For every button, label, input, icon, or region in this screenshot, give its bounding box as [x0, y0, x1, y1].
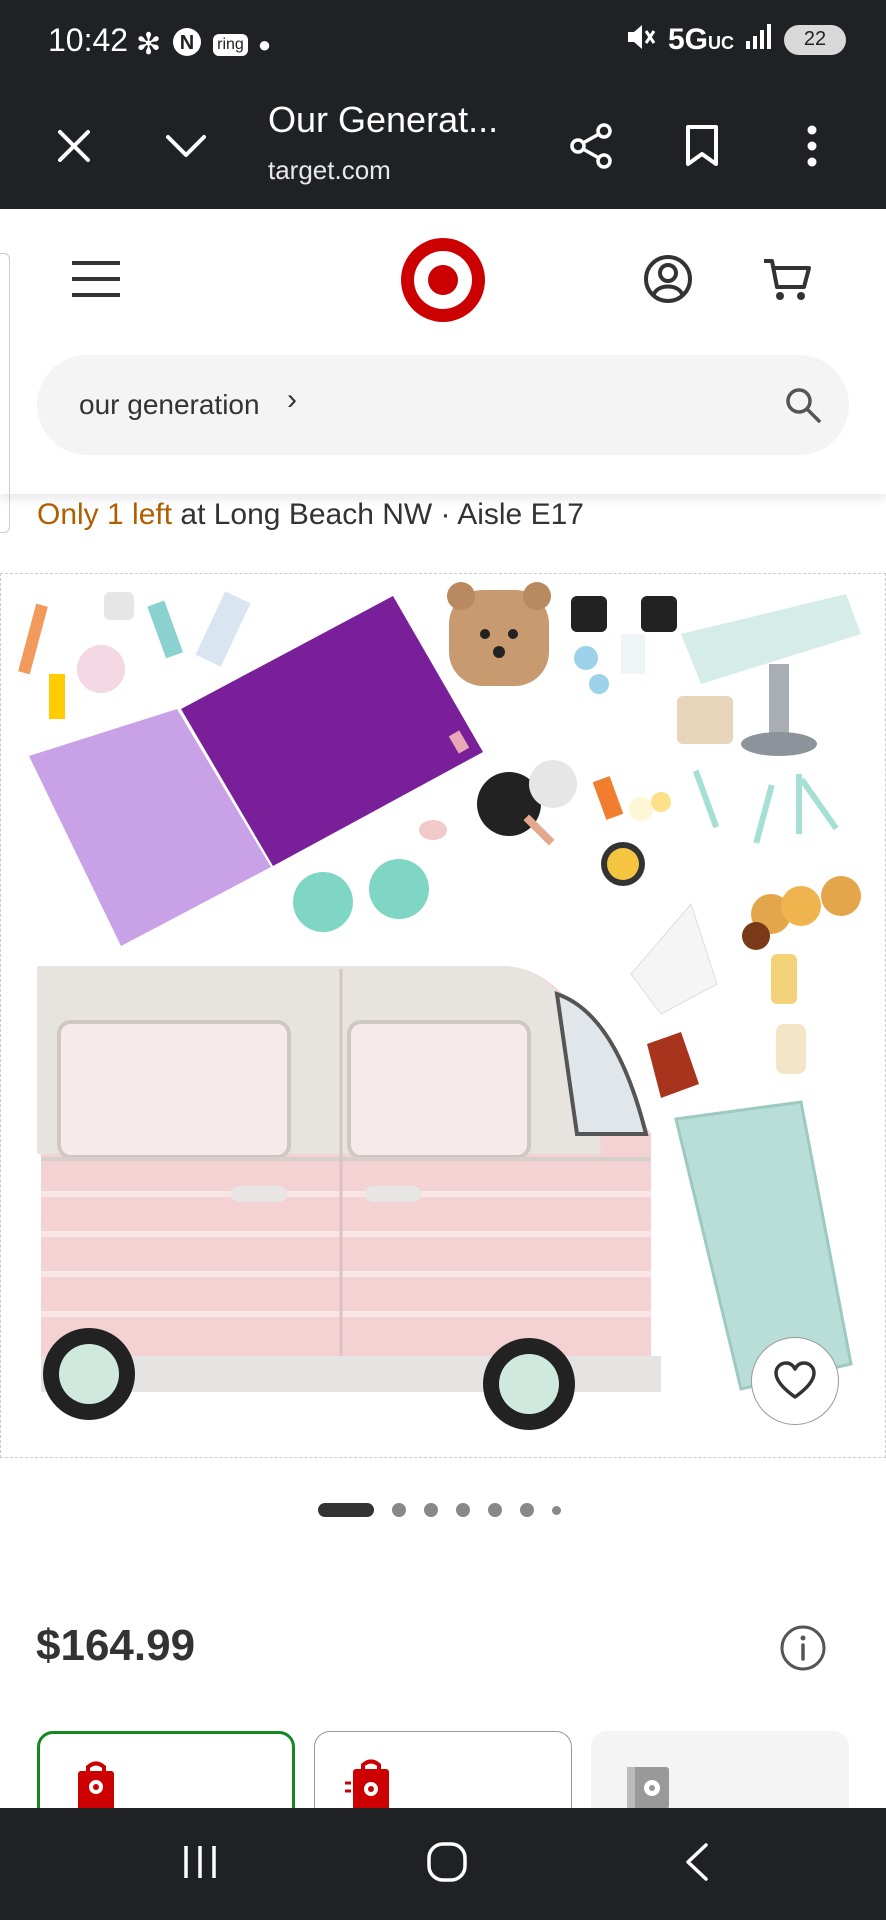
search-icon [786, 388, 821, 423]
delivery-bag-icon [345, 1759, 389, 1813]
page-url: target.com [268, 155, 391, 185]
seat-cushion-illustration [674, 1100, 853, 1391]
carousel-dot[interactable] [392, 1503, 406, 1517]
target-logo[interactable] [399, 236, 487, 329]
minimize-button[interactable] [151, 111, 221, 181]
bookmark-button[interactable] [667, 111, 737, 181]
cart-button[interactable] [762, 257, 812, 308]
battery-icon: 22 [784, 24, 846, 55]
carousel-dot-active[interactable] [318, 1503, 374, 1517]
svg-text:N: N [180, 32, 194, 54]
price-info-button[interactable] [779, 1624, 827, 1672]
search-bar[interactable]: our generation › [37, 355, 849, 455]
close-icon [58, 130, 90, 162]
network-label: 5GUC [667, 22, 734, 56]
search-query[interactable]: our generation [79, 389, 260, 421]
account-button[interactable] [643, 254, 693, 309]
status-bar: 10:42 ✻ N ring ● 5GUC 22 [0, 0, 886, 85]
system-navigation-bar [0, 1808, 886, 1920]
fan-icon: ✻ [136, 28, 162, 61]
side-drawer-edge[interactable] [0, 253, 10, 533]
product-image[interactable] [0, 573, 886, 1458]
home-icon [427, 1842, 467, 1882]
page-title: Our Generat... [268, 99, 499, 140]
more-vertical-icon [807, 125, 817, 167]
mute-icon [624, 22, 658, 57]
hamburger-icon [72, 261, 120, 297]
ring-app-icon: ring [213, 33, 248, 56]
carousel-indicator[interactable] [318, 1503, 561, 1517]
notification-dot-icon: ● [257, 31, 272, 57]
carousel-dot[interactable] [424, 1503, 438, 1517]
browser-toolbar: Our Generat... target.com [0, 85, 886, 209]
chevron-down-icon [166, 135, 206, 157]
more-options-button[interactable] [777, 111, 847, 181]
carousel-dot[interactable] [488, 1503, 502, 1517]
menu-button[interactable] [70, 259, 122, 304]
heart-icon [774, 1361, 816, 1399]
account-icon [644, 255, 692, 303]
carousel-dot[interactable] [552, 1505, 561, 1515]
search-chevron-icon: › [287, 383, 297, 416]
stock-count: Only 1 left [37, 498, 173, 531]
search-button[interactable] [784, 386, 822, 429]
cart-icon [764, 259, 811, 300]
favorite-button[interactable] [751, 1337, 839, 1425]
n-app-icon: N [171, 26, 203, 63]
share-button[interactable] [556, 111, 626, 181]
bear-pillow-illustration [447, 582, 551, 686]
recent-apps-icon [184, 1846, 216, 1878]
product-illustration [18, 582, 861, 1430]
camper-van-illustration [37, 966, 661, 1430]
stock-location: at Long Beach NW · Aisle E17 [172, 498, 584, 531]
home-button[interactable] [426, 1841, 468, 1888]
stock-availability: Only 1 left at Long Beach NW · Aisle E17 [37, 498, 584, 532]
share-icon [570, 123, 612, 169]
bookmark-icon [686, 125, 718, 166]
system-icons: 5GUC 22 [624, 22, 846, 57]
close-tab-button[interactable] [39, 111, 109, 181]
site-header: our generation › [0, 209, 886, 533]
carousel-dot[interactable] [520, 1503, 534, 1517]
info-icon [780, 1625, 826, 1671]
signal-icon [744, 23, 774, 56]
product-price: $164.99 [36, 1621, 196, 1670]
back-button[interactable] [682, 1842, 712, 1887]
carousel-dot[interactable] [456, 1503, 470, 1517]
recent-apps-button[interactable] [180, 1842, 220, 1887]
notification-icons: ✻ N ring ● [136, 26, 271, 63]
back-icon [686, 1843, 708, 1881]
target-logo-icon [401, 238, 485, 322]
shipping-box-icon [627, 1767, 669, 1809]
status-time: 10:42 [48, 22, 129, 58]
